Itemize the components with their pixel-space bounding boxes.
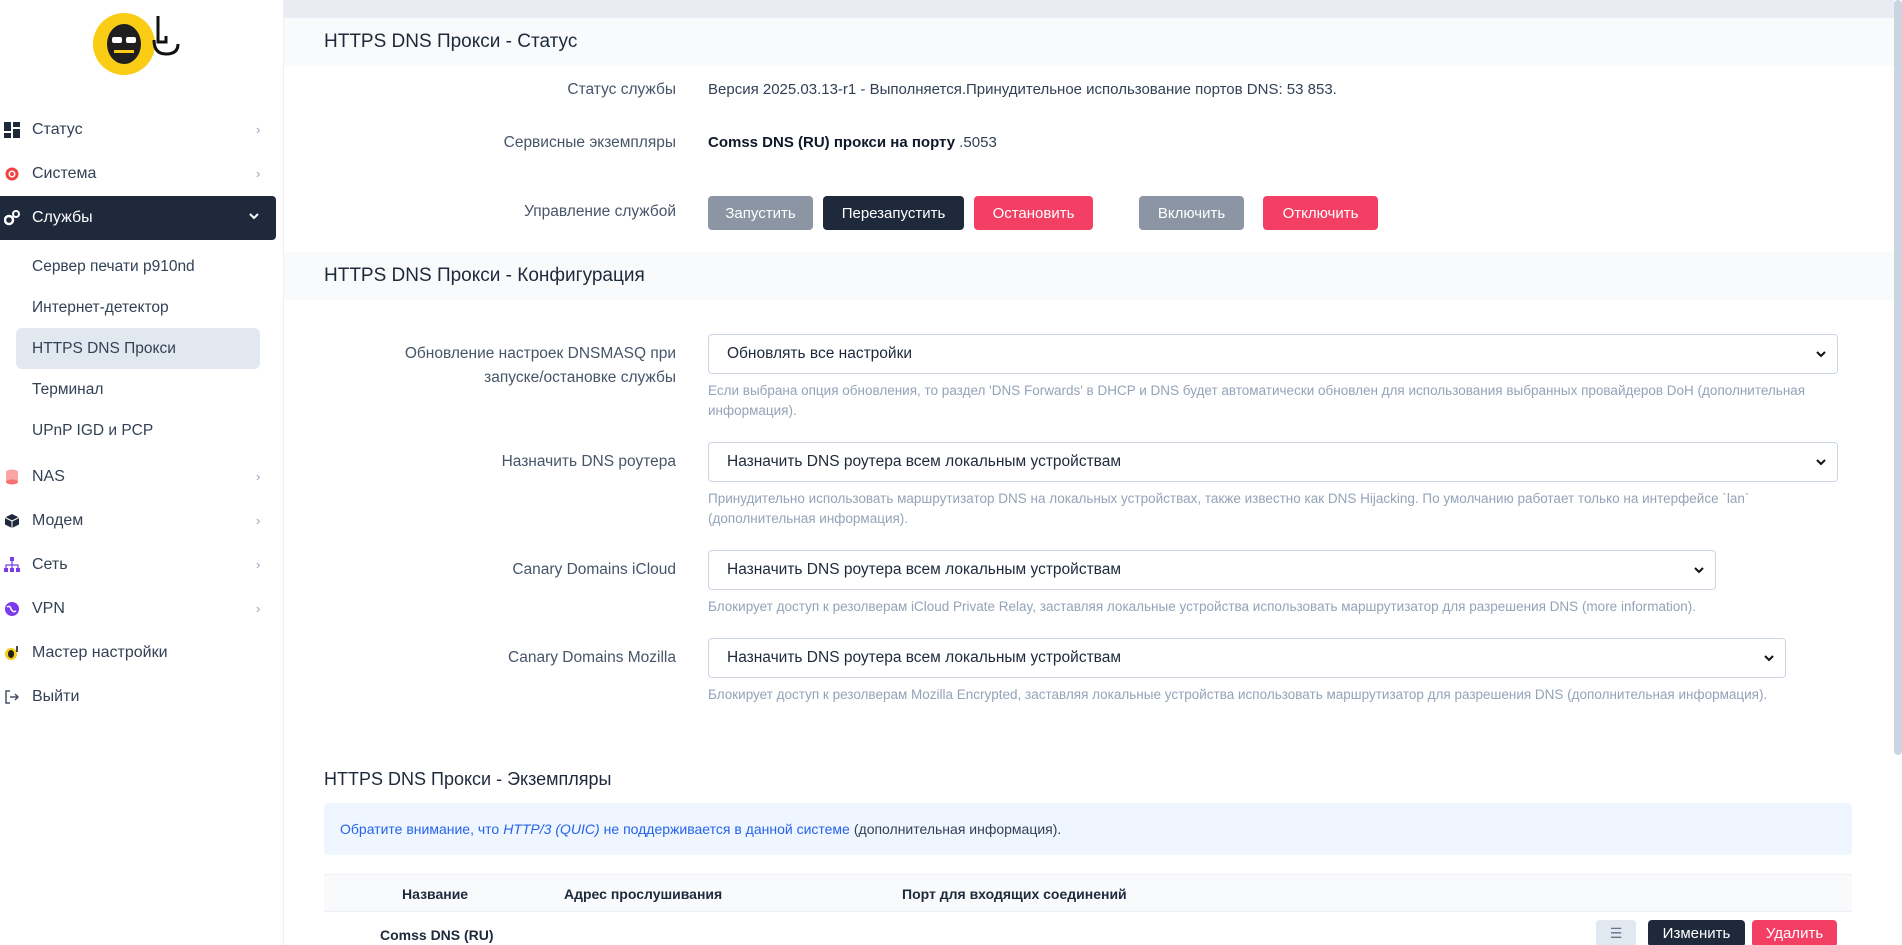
chevron-right-icon: › [256,122,261,137]
sidebar-nav: Статус › Система › Службы Сервер печати … [0,108,284,719]
service-instances-label: Сервисные экземпляры [503,134,676,151]
sidebar-subitem-upnp[interactable]: UPnP IGD и PCP [16,410,260,451]
sidebar-item-label: Статус [32,121,83,138]
chevron-right-icon: › [256,469,261,484]
column-header-listen-port[interactable]: Порт для входящих соединений [902,886,1127,902]
logout-icon [4,689,20,705]
instances-port: .5053 [959,134,997,151]
sidebar-item-nas[interactable]: NAS › [0,455,284,499]
sidebar-item-label: Выйти [32,688,80,705]
sidebar-item-label: NAS [32,468,65,485]
sidebar-item-label: Службы [32,209,93,226]
cube-icon [4,513,20,529]
icloud-hint: Блокирует доступ к резолверам iCloud Pri… [708,599,1696,614]
edit-button[interactable]: Изменить [1648,920,1745,945]
notice-middle: не поддерживается в данной системе [603,821,850,837]
chevron-down-icon [1815,455,1827,467]
sidebar-item-status[interactable]: Статус › [0,108,284,152]
chevron-down-icon [1763,651,1775,663]
service-status-value: Версия 2025.03.13-r1 - Выполняется.Прину… [708,81,1337,98]
column-header-name[interactable]: Название [402,886,468,902]
column-header-listen-address[interactable]: Адрес прослушивания [564,886,722,902]
dnsmasq-select-value: Обновлять все настройки [727,345,913,362]
sidebar-subitem-internet-detector[interactable]: Интернет-детектор [16,287,260,328]
icloud-select-value: Назначить DNS роутера всем локальным уст… [727,561,1122,578]
delete-button[interactable]: Удалить [1752,920,1837,945]
enable-button[interactable]: Включить [1139,196,1244,230]
services-icon [4,210,20,226]
chevron-down-icon [1693,563,1705,575]
network-icon [4,557,20,573]
service-status-label: Статус службы [567,81,676,98]
sidebar-item-system[interactable]: Система › [0,152,284,196]
mozilla-hint: Блокирует доступ к резолверам Mozilla En… [708,687,1768,702]
chevron-down-icon [1815,347,1827,359]
instances-table-header: Название Адрес прослушивания Порт для вх… [324,874,1852,912]
router-dns-select[interactable]: Назначить DNS роутера всем локальным уст… [708,442,1838,482]
row-instance-name: Comss DNS (RU) [380,927,494,943]
status-section-title: HTTPS DNS Прокси - Статус [284,18,1894,66]
sidebar-item-label: Модем [32,512,84,529]
dnsmasq-label: Обновление настроек DNSMASQ при запуске/… [404,345,676,386]
chevron-down-icon [248,210,262,224]
sidebar-item-vpn[interactable]: VPN › [0,587,284,631]
service-control-label: Управление службой [524,203,676,220]
icloud-label: Canary Domains iCloud [512,561,676,578]
table-row: Comss DNS (RU) ☰ Изменить Удалить [324,912,1852,945]
icloud-select[interactable]: Назначить DNS роутера всем локальным уст… [708,550,1716,590]
notice-suffix: (дополнительная информация). [853,821,1062,837]
sidebar-item-label: Мастер настройки [32,644,168,661]
chevron-right-icon: › [256,513,261,528]
gear-icon [4,166,20,182]
sidebar-item-label: Система [32,165,97,182]
chevron-right-icon: › [256,557,261,572]
router-dns-hint: Принудительно использовать маршрутизатор… [708,491,1750,526]
sidebar-subitem-https-dns-proxy[interactable]: HTTPS DNS Прокси [16,328,260,369]
dnsmasq-hint: Если выбрана опция обновления, то раздел… [708,383,1806,418]
dnsmasq-select[interactable]: Обновлять все настройки [708,334,1838,374]
scrollbar[interactable] [1894,0,1902,755]
mozilla-label: Canary Domains Mozilla [508,649,676,666]
chevron-right-icon: › [256,601,261,616]
instances-name: Comss DNS (RU) прокси на порту [708,134,956,151]
wizard-icon [4,645,20,661]
sidebar-subitem-print-server[interactable]: Сервер печати p910nd [16,246,260,287]
start-button[interactable]: Запустить [708,196,813,230]
sidebar-item-label: VPN [32,600,65,617]
notice-quic: HTTP/3 (QUIC) [503,821,600,837]
sidebar-subitem-terminal[interactable]: Терминал [16,369,260,410]
notice-prefix: Обратите внимание, что [340,821,500,837]
sidebar-item-modem[interactable]: Модем › [0,499,284,543]
instances-section-title: HTTPS DNS Прокси - Экземпляры [324,769,612,789]
sidebar-item-label: Сеть [32,556,68,573]
dashboard-icon [4,122,20,138]
disable-button[interactable]: Отключить [1263,196,1378,230]
services-submenu: Сервер печати p910nd Интернет-детектор H… [0,240,284,451]
sidebar-item-network[interactable]: Сеть › [0,543,284,587]
sidebar: Статус › Система › Службы Сервер печати … [0,0,284,945]
sidebar-item-services[interactable]: Службы [0,196,276,240]
drag-handle-icon[interactable]: ☰ [1596,920,1636,945]
globe-icon [4,601,20,617]
mozilla-select-value: Назначить DNS роутера всем локальным уст… [727,649,1122,666]
database-icon [4,469,20,485]
service-instances-value: Comss DNS (RU) прокси на порту .5053 [708,134,997,151]
chevron-right-icon: › [256,166,261,181]
sidebar-item-logout[interactable]: Выйти [0,675,284,719]
config-section-title: HTTPS DNS Прокси - Конфигурация [284,252,1894,300]
mozilla-select[interactable]: Назначить DNS роутера всем локальным уст… [708,638,1786,678]
router-dns-label: Назначить DNS роутера [501,453,676,470]
sidebar-item-setup-wizard[interactable]: Мастер настройки [0,631,284,675]
quic-notice: Обратите внимание, что HTTP/3 (QUIC) не … [324,803,1852,855]
router-dns-select-value: Назначить DNS роутера всем локальным уст… [727,453,1122,470]
stop-button[interactable]: Остановить [974,196,1093,230]
restart-button[interactable]: Перезапустить [823,196,964,230]
top-bar [284,0,1894,18]
logo [92,10,182,80]
